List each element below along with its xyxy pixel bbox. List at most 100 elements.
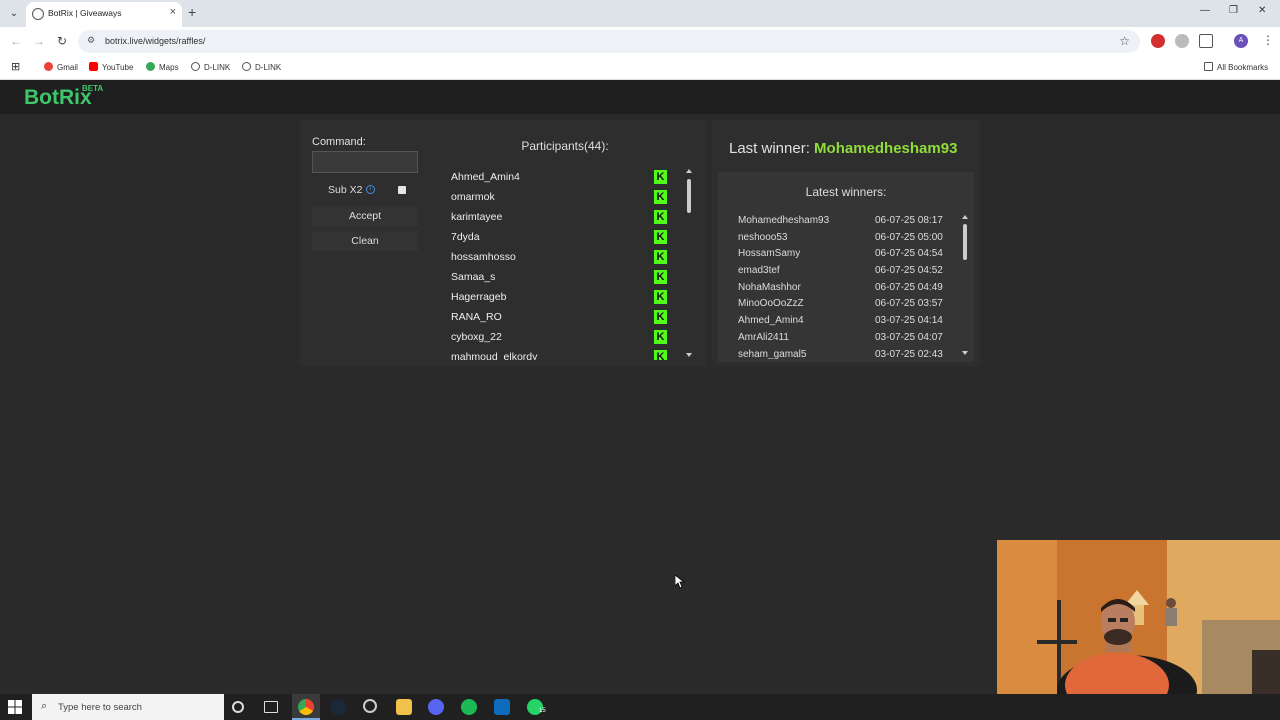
participant-name: Hagerrageb [451, 291, 507, 303]
list-item: karimtayee K [436, 207, 680, 227]
winners-scrollbar[interactable] [962, 215, 968, 355]
search-icon: ⌕ [41, 700, 48, 712]
spotify-icon[interactable] [461, 699, 477, 715]
beta-badge: BETA [82, 84, 104, 93]
participants-list[interactable]: Ahmed_Amin4 K omarmok K karimtayee K 7dyda K… [436, 167, 680, 360]
gmail-icon [44, 62, 53, 71]
taskbar-search[interactable]: ⌕ Type here to search [32, 694, 224, 720]
window-close-icon[interactable]: ✕ [1258, 5, 1266, 16]
list-item: omarmok K [436, 187, 680, 207]
tab-search-icon[interactable]: ⌄ [6, 6, 22, 22]
sub-x2-checkbox[interactable] [398, 186, 406, 194]
discord-icon[interactable] [428, 699, 444, 715]
profile-avatar[interactable]: A [1234, 34, 1248, 48]
list-item: cyboxg_22 K [436, 327, 680, 347]
tab-title: BotRix | Giveaways [48, 8, 122, 18]
winner-name: emad3tef [738, 265, 780, 277]
participant-name: mahmoud_elkordy [451, 351, 538, 360]
scroll-down-icon[interactable] [962, 351, 968, 355]
minimize-icon[interactable]: — [1200, 5, 1210, 16]
kick-icon: K [654, 190, 667, 204]
browser-tab-bar: ⌄ BotRix | Giveaways × + — ❐ ✕ [0, 0, 1280, 27]
table-row: AmrAli2411 03-07-25 04:07 [738, 330, 958, 347]
apps-grid-icon[interactable]: ⊞ [11, 60, 20, 73]
command-input[interactable] [312, 151, 418, 173]
winner-date: 06-07-25 08:17 [875, 215, 943, 226]
bookmark-gmail[interactable]: Gmail [44, 62, 78, 72]
cortana-icon[interactable] [232, 701, 244, 713]
scroll-thumb[interactable] [963, 224, 967, 260]
bookmark-maps[interactable]: Maps [146, 62, 179, 72]
participants-title: Participants(44): [521, 139, 609, 153]
file-explorer-icon[interactable] [396, 699, 412, 715]
address-bar[interactable]: ⚙ botrix.live/widgets/raffles/ ☆ [78, 30, 1140, 53]
participant-name: Samaa_s [451, 271, 496, 283]
browser-tab[interactable]: BotRix | Giveaways × [26, 2, 182, 27]
scroll-down-icon[interactable] [686, 353, 692, 357]
list-item: Samaa_s K [436, 267, 680, 287]
list-item: Hagerrageb K [436, 287, 680, 307]
list-item: mahmoud_elkordy K [436, 347, 680, 360]
outlook-icon[interactable] [494, 699, 510, 715]
winner-date: 06-07-25 04:52 [875, 265, 943, 277]
obs-icon[interactable] [363, 699, 377, 713]
globe-icon [32, 8, 44, 20]
winner-date: 06-07-25 04:49 [875, 281, 943, 293]
clean-button[interactable]: Clean [312, 231, 418, 251]
task-view-icon[interactable] [264, 701, 278, 713]
winner-name: Ahmed_Amin4 [738, 315, 804, 327]
table-row: Mohamedhesham93 06-07-25 08:17 [738, 213, 958, 230]
winner-date: 03-07-25 04:07 [875, 331, 943, 343]
winner-name: NohaMashhor [738, 281, 801, 293]
youtube-icon [89, 62, 98, 71]
last-winner-name: Mohamedhesham93 [814, 140, 958, 157]
windows-start-icon[interactable] [8, 700, 22, 714]
kick-icon: K [654, 210, 667, 224]
site-info-icon[interactable]: ⚙ [87, 35, 95, 46]
winner-name: seham_gamal5 [738, 348, 807, 360]
table-row: Ahmed_Amin4 03-07-25 04:14 [738, 313, 958, 330]
more-menu-icon[interactable]: ⋮ [1262, 33, 1274, 47]
steam-icon[interactable] [330, 699, 346, 715]
restore-icon[interactable]: ❐ [1229, 5, 1238, 16]
winner-date: 06-07-25 05:00 [875, 231, 943, 243]
command-label: Command: [312, 136, 366, 148]
kick-icon: K [654, 230, 667, 244]
opera-extension-icon[interactable] [1151, 34, 1165, 48]
back-arrow-icon[interactable]: ← [10, 34, 22, 48]
latest-winners-list[interactable]: Mohamedhesham93 06-07-25 08:17 neshooo53 0… [738, 213, 958, 359]
close-icon[interactable]: × [170, 6, 176, 18]
reload-icon[interactable]: ↻ [57, 34, 67, 48]
table-row: NohaMashhor 06-07-25 04:49 [738, 280, 958, 297]
participant-name: omarmok [451, 191, 495, 203]
list-item: 7dyda K [436, 227, 680, 247]
folder-icon [1204, 62, 1213, 71]
scroll-up-icon[interactable] [686, 169, 692, 173]
forward-arrow-icon[interactable]: → [33, 34, 45, 48]
bookmark-dlink-1[interactable]: D-LINK [191, 62, 230, 72]
chrome-icon[interactable] [298, 699, 314, 715]
site-header: BotRix BETA [0, 80, 1280, 114]
last-winner: Last winner: Mohamedhesham93 [729, 140, 957, 157]
table-row: MinoOoOoZzZ 06-07-25 03:57 [738, 296, 958, 313]
kick-icon: K [654, 250, 667, 264]
list-item: Ahmed_Amin4 K [436, 167, 680, 187]
globe-icon [191, 62, 200, 71]
scroll-thumb[interactable] [687, 179, 691, 213]
shield-extension-icon[interactable] [1175, 34, 1189, 48]
bookmarks-bar: ⊞ Gmail YouTube Maps D-LINK D-LINK All B… [0, 56, 1280, 80]
whatsapp-badge: 15 [539, 708, 546, 714]
scroll-up-icon[interactable] [962, 215, 968, 219]
info-icon[interactable]: i [366, 185, 375, 194]
bookmark-star-icon[interactable]: ☆ [1119, 34, 1130, 48]
all-bookmarks[interactable]: All Bookmarks [1204, 62, 1268, 72]
search-placeholder: Type here to search [58, 702, 142, 713]
bookmark-dlink-2[interactable]: D-LINK [242, 62, 281, 72]
kick-icon: K [654, 330, 667, 344]
participants-scrollbar[interactable] [686, 169, 692, 357]
accept-button[interactable]: Accept [312, 206, 418, 226]
new-tab-icon[interactable]: + [188, 4, 196, 20]
extensions-puzzle-icon[interactable] [1199, 34, 1213, 48]
bookmark-youtube[interactable]: YouTube [89, 62, 133, 72]
winner-date: 03-07-25 02:43 [875, 348, 943, 360]
